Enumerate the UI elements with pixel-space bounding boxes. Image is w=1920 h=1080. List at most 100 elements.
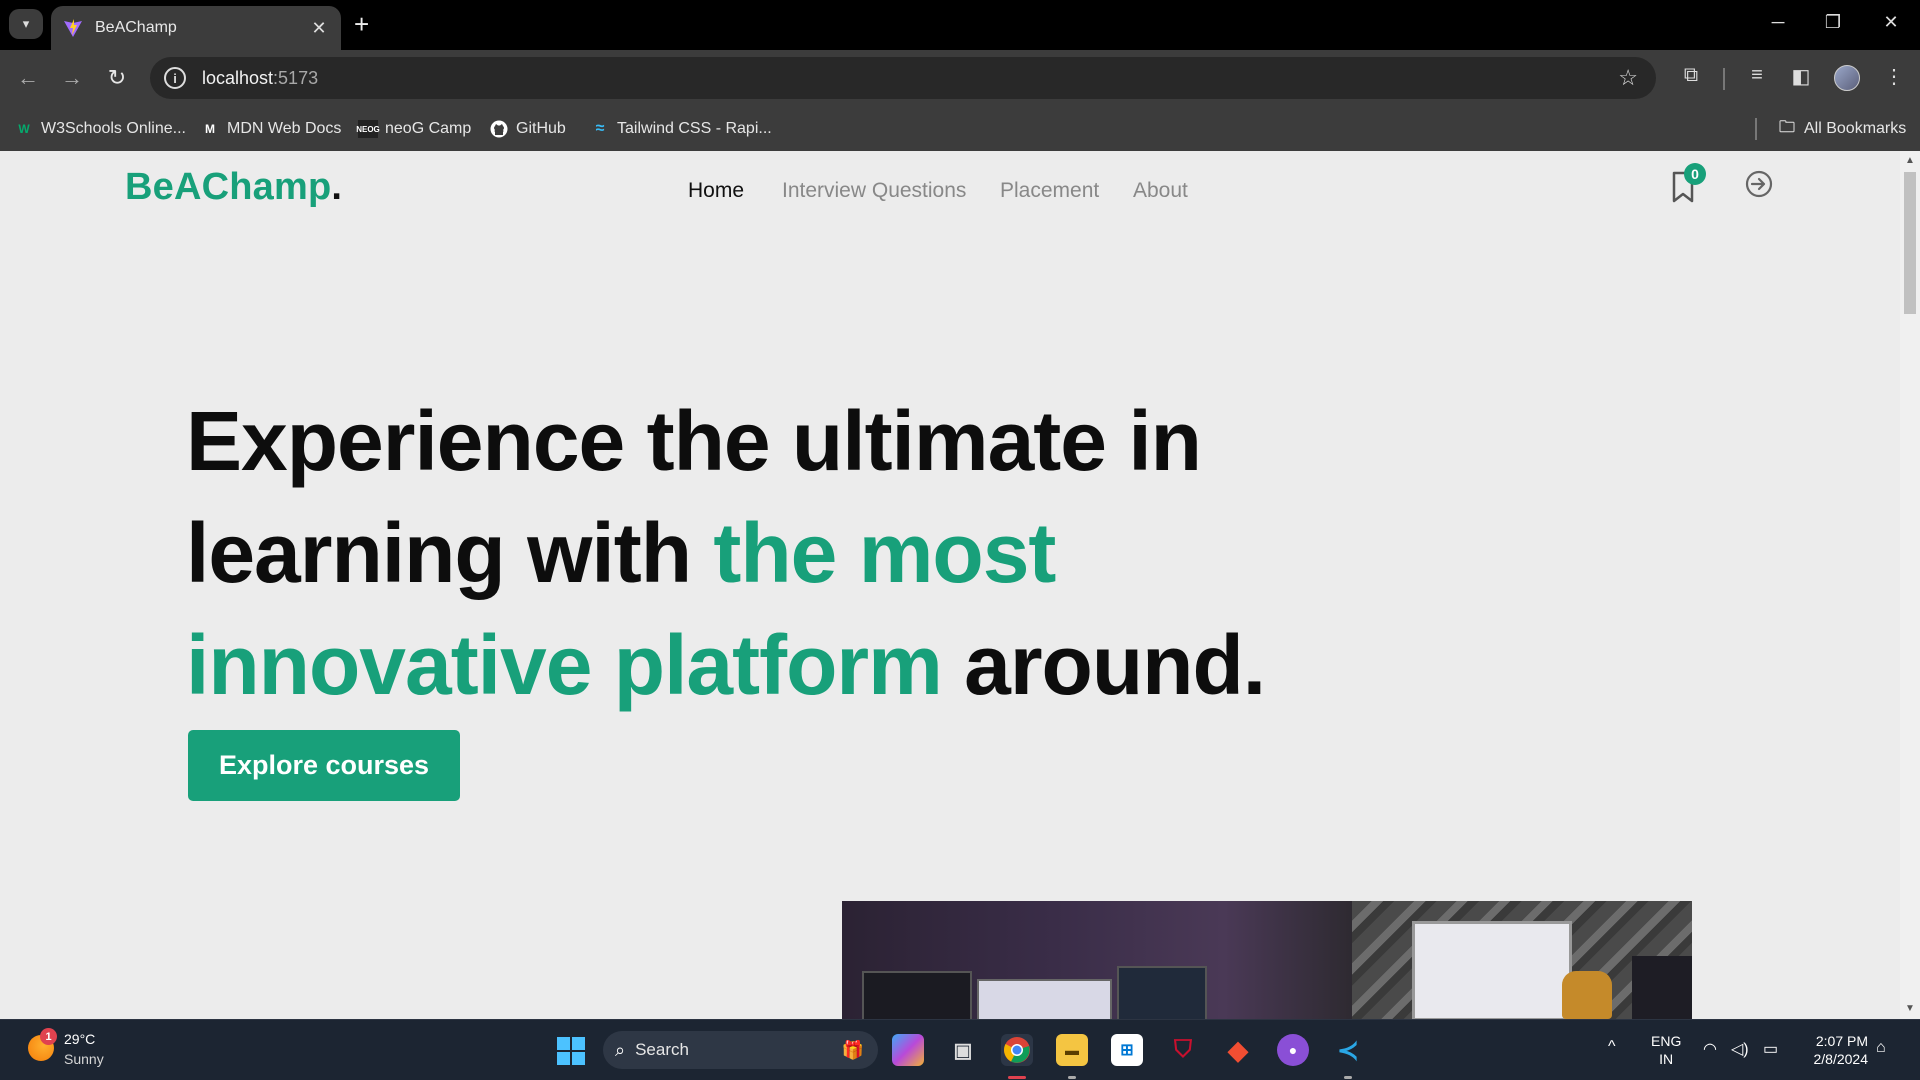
bookmarks-bar: W W3Schools Online... M MDN Web Docs NEO… — [0, 107, 1920, 151]
bookmark-label: neoG Camp — [385, 120, 472, 137]
language-code: ENG — [1651, 1033, 1682, 1049]
login-icon[interactable] — [1743, 168, 1775, 200]
git-icon[interactable]: ◆ — [1222, 1034, 1254, 1066]
windows-taskbar: 1 29°C Sunny ⌕ Search 🎁 ▣ ▬ ⊞ ⛉ ◆ ● ≺ ^ … — [0, 1019, 1920, 1080]
nav-interview-questions[interactable]: Interview Questions — [782, 179, 966, 203]
folder-icon: 🗀 — [1778, 118, 1795, 136]
search-icon: ⌕ — [615, 1039, 626, 1060]
nav-about[interactable]: About — [1133, 179, 1188, 203]
bookmark-count-badge: 0 — [1684, 163, 1706, 185]
taskbar-search[interactable]: ⌕ Search 🎁 — [603, 1031, 878, 1069]
star-bookmark-icon[interactable]: ☆ — [1618, 65, 1638, 91]
wifi-icon[interactable]: ◠ — [1703, 1039, 1717, 1059]
hero-image-shelf — [1632, 956, 1692, 1019]
chevron-up-icon[interactable]: ^ — [1608, 1038, 1616, 1056]
neog-icon: NEOG — [356, 120, 380, 138]
new-tab-button[interactable]: + — [354, 11, 369, 37]
weather-badge: 1 — [40, 1028, 57, 1045]
github-desktop-icon[interactable]: ● — [1277, 1034, 1309, 1066]
bookmark-github[interactable]: GitHub — [489, 107, 566, 151]
side-panel-icon[interactable]: ◧ — [1787, 64, 1815, 89]
hero-image-monitor — [1117, 966, 1207, 1019]
clock-date: 2/8/2024 — [1813, 1051, 1869, 1067]
logo-dot: . — [331, 166, 343, 208]
hero-image-monitor — [862, 971, 972, 1019]
windows-start-icon[interactable] — [557, 1037, 585, 1065]
scroll-down-icon[interactable]: ▼ — [1905, 1003, 1915, 1014]
page-scrollbar[interactable]: ▲ ▼ — [1900, 151, 1920, 1019]
browser-tab[interactable]: BeAChamp ✕ — [51, 6, 341, 50]
microsoft-store-icon[interactable]: ⊞ — [1111, 1034, 1143, 1066]
bookmark-mdn[interactable]: M MDN Web Docs — [200, 107, 341, 151]
bookmark-w3schools[interactable]: W W3Schools Online... — [14, 107, 186, 151]
bookmark-tailwind[interactable]: ≈ Tailwind CSS - Rapi... — [590, 107, 772, 151]
restore-button[interactable]: ❐ — [1823, 12, 1843, 33]
site-logo[interactable]: BeAChamp. — [125, 166, 342, 209]
scroll-up-icon[interactable]: ▲ — [1905, 155, 1915, 166]
close-window-button[interactable]: ✕ — [1881, 12, 1901, 33]
vscode-running-indicator — [1344, 1076, 1352, 1079]
browser-tab-strip: ▾ BeAChamp ✕ + ─ ❐ ✕ — [0, 0, 1920, 50]
address-bar[interactable]: i localhost:5173 ☆ — [150, 57, 1656, 99]
mdn-icon: M — [205, 122, 215, 136]
notification-bell-icon[interactable]: ⌂ — [1876, 1039, 1886, 1057]
tailwind-icon: ≈ — [595, 120, 605, 137]
language-indicator[interactable]: ENG IN — [1651, 1032, 1681, 1068]
search-placeholder: Search — [635, 1040, 689, 1059]
volume-icon[interactable]: ◁) — [1731, 1039, 1749, 1059]
all-bookmarks-button[interactable]: 🗀 All Bookmarks — [1777, 107, 1906, 151]
hero-image — [842, 901, 1692, 1019]
arrow-left-icon: ← — [17, 65, 39, 90]
clock-time: 2:07 PM — [1815, 1033, 1868, 1049]
tab-search-button[interactable]: ▾ — [9, 9, 43, 39]
close-tab-icon[interactable]: ✕ — [309, 18, 329, 39]
hero-image-screen — [1412, 921, 1572, 1019]
bookmark-label: Tailwind CSS - Rapi... — [617, 120, 772, 137]
nav-home[interactable]: Home — [688, 179, 744, 203]
gift-icon: 🎁 — [841, 1039, 864, 1060]
file-explorer-icon[interactable]: ▬ — [1056, 1034, 1088, 1066]
bookmark-label: MDN Web Docs — [227, 120, 342, 137]
reload-icon: ↻ — [107, 65, 127, 90]
forward-button[interactable]: → — [56, 62, 88, 94]
region-code: IN — [1659, 1051, 1674, 1067]
bookmark-label: W3Schools Online... — [41, 120, 186, 137]
task-view-icon[interactable]: ▣ — [947, 1034, 979, 1066]
arrow-right-icon: → — [61, 65, 83, 90]
bookmark-neog[interactable]: NEOG neoG Camp — [356, 107, 472, 151]
weather-temperature[interactable]: 29°C — [64, 1031, 95, 1047]
bookmark-label: GitHub — [516, 120, 566, 137]
url-text: localhost:5173 — [202, 68, 318, 89]
system-clock[interactable]: 2:07 PM 2/8/2024 — [1800, 1032, 1869, 1068]
back-button[interactable]: ← — [12, 62, 44, 94]
site-info-icon[interactable]: i — [164, 67, 186, 89]
extensions-icon[interactable]: ⧉ — [1677, 64, 1705, 87]
url-host: localhost — [202, 67, 274, 88]
reload-button[interactable]: ↻ — [101, 62, 133, 94]
explore-courses-button[interactable]: Explore courses — [188, 730, 460, 801]
vite-favicon-icon — [64, 19, 82, 37]
mcafee-icon[interactable]: ⛉ — [1167, 1034, 1199, 1066]
scrollbar-thumb[interactable] — [1904, 172, 1916, 314]
vscode-icon[interactable]: ≺ — [1332, 1034, 1364, 1066]
chrome-active-indicator — [1008, 1076, 1026, 1079]
explorer-running-indicator — [1068, 1076, 1076, 1079]
weather-condition[interactable]: Sunny — [64, 1051, 104, 1067]
hero-image-robot — [1562, 971, 1612, 1019]
url-port: :5173 — [273, 67, 319, 88]
media-controls-icon[interactable]: ≡ — [1743, 64, 1771, 87]
chrome-icon[interactable] — [1001, 1034, 1033, 1066]
battery-icon[interactable]: ▭ — [1763, 1039, 1778, 1059]
nav-placement[interactable]: Placement — [1000, 179, 1099, 203]
menu-icon[interactable]: ⋮ — [1880, 64, 1908, 89]
all-bookmarks-label: All Bookmarks — [1804, 120, 1907, 137]
logo-text: BeAChamp — [125, 166, 332, 208]
hero-text-end: around. — [941, 618, 1266, 712]
minimize-button[interactable]: ─ — [1768, 12, 1788, 33]
copilot-icon[interactable] — [892, 1034, 924, 1066]
hero-image-monitor — [977, 979, 1112, 1019]
browser-toolbar: ← → ↻ i localhost:5173 ☆ ⧉ ≡ ◧ ⋮ — [0, 50, 1920, 107]
github-icon — [489, 120, 509, 138]
hero-heading: Experience the ultimate in learning with… — [186, 385, 1386, 721]
profile-avatar[interactable] — [1834, 65, 1860, 91]
